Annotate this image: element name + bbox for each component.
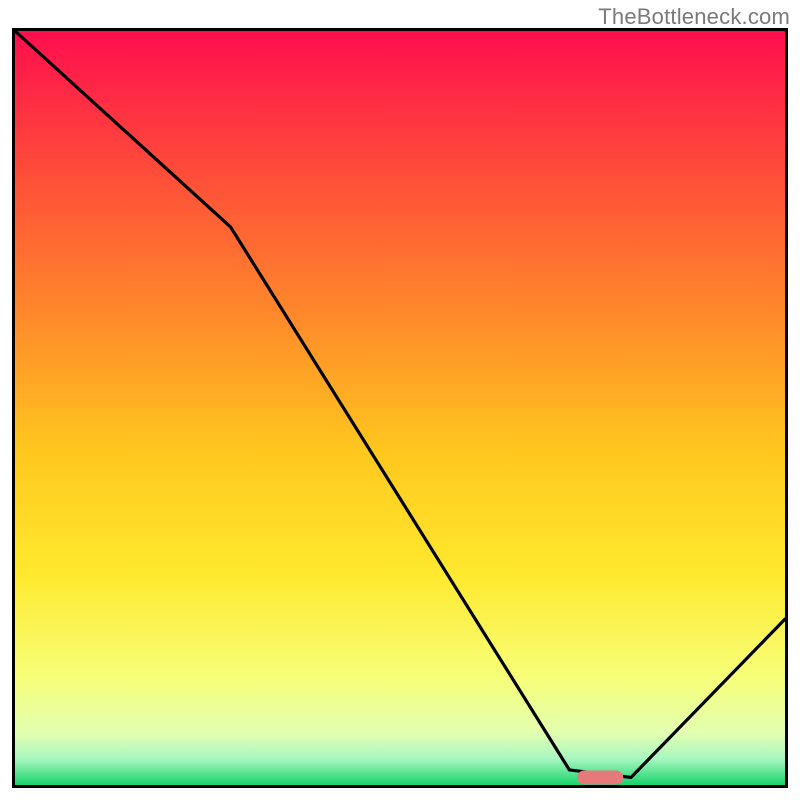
watermark-text: TheBottleneck.com	[598, 4, 790, 30]
plot-area	[12, 28, 788, 788]
chart-container: TheBottleneck.com	[0, 0, 800, 800]
chart-svg	[15, 31, 785, 785]
minimum-marker	[577, 770, 623, 784]
gradient-background	[15, 31, 785, 785]
